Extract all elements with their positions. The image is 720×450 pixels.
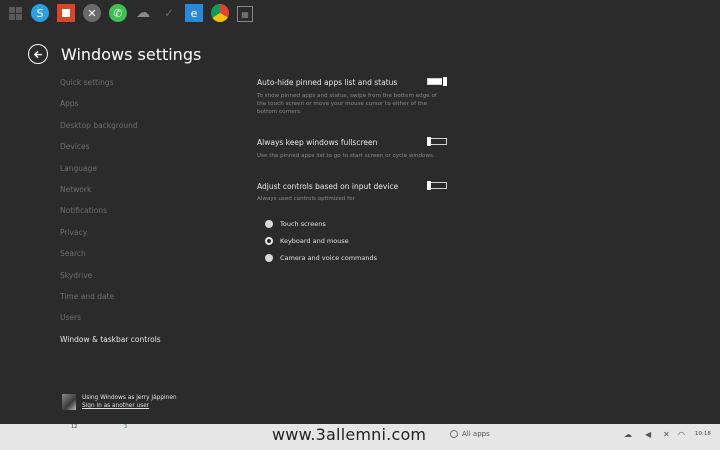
- windows-start-icon[interactable]: [6, 4, 24, 22]
- setting-title: Auto-hide pinned apps list and status: [257, 78, 398, 87]
- user-info: Using Windows as Jerry Jäppinen Sign in …: [62, 394, 177, 410]
- toggle-knob: [427, 137, 431, 146]
- radio-button[interactable]: [265, 236, 273, 245]
- sidebar-item-skydrive[interactable]: Skydrive: [60, 269, 240, 290]
- input-device-radio-group: Touch screens Keyboard and mouse Camera …: [265, 215, 447, 266]
- skype-icon[interactable]: S: [31, 4, 49, 22]
- sidebar-item-desktop-background[interactable]: Desktop background: [60, 119, 240, 140]
- setting-title: Adjust controls based on input device: [257, 182, 399, 191]
- toggle-knob: [442, 76, 448, 87]
- sidebar-item-privacy[interactable]: Privacy: [60, 226, 240, 247]
- setting-fullscreen: Always keep windows fullscreen Use the p…: [257, 137, 447, 160]
- adjust-controls-toggle[interactable]: [427, 181, 447, 190]
- setting-title: Always keep windows fullscreen: [257, 138, 378, 147]
- setting-description: Always used controls optimized for: [257, 196, 355, 202]
- sidebar-item-notifications[interactable]: Notifications: [60, 204, 240, 225]
- chrome-icon[interactable]: [211, 4, 229, 22]
- setting-description: Use the pinned apps list to go to start …: [257, 153, 435, 159]
- volume-icon[interactable]: ◀: [645, 430, 651, 439]
- sign-in-another-user-link[interactable]: Sign in as another user: [82, 402, 177, 410]
- radio-keyboard-mouse[interactable]: Keyboard and mouse: [265, 232, 447, 249]
- mute-icon[interactable]: ✕: [663, 430, 670, 439]
- xbox-icon[interactable]: ✕: [83, 4, 101, 22]
- header: Windows settings: [28, 44, 201, 64]
- all-apps-label: All apps: [462, 430, 490, 438]
- wifi-icon[interactable]: ◠: [678, 430, 685, 439]
- sidebar-item-search[interactable]: Search: [60, 247, 240, 268]
- sidebar-item-language[interactable]: Language: [60, 162, 240, 183]
- fullscreen-toggle[interactable]: [427, 137, 447, 146]
- sidebar-item-window-taskbar-controls[interactable]: Window & taskbar controls: [60, 333, 240, 354]
- calculator-icon[interactable]: ▦: [237, 6, 253, 22]
- radio-camera-voice[interactable]: Camera and voice commands: [265, 249, 447, 266]
- all-apps-button[interactable]: All apps: [450, 430, 490, 438]
- sidebar: Quick settings Apps Desktop background D…: [60, 76, 240, 354]
- check-icon[interactable]: ✓: [160, 4, 178, 22]
- clock: 10:18: [695, 431, 711, 437]
- setting-adjust-controls: Adjust controls based on input device Al…: [257, 181, 447, 266]
- user-status: Using Windows as Jerry Jäppinen: [82, 395, 177, 401]
- sidebar-item-users[interactable]: Users: [60, 311, 240, 332]
- mail-badge: 12: [71, 424, 78, 430]
- radio-label: Camera and voice commands: [280, 253, 377, 262]
- sidebar-item-devices[interactable]: Devices: [60, 140, 240, 161]
- radio-button[interactable]: [265, 253, 273, 262]
- all-apps-icon: [450, 430, 458, 438]
- sidebar-item-network[interactable]: Network: [60, 183, 240, 204]
- sidebar-item-apps[interactable]: Apps: [60, 97, 240, 118]
- avatar: [62, 394, 76, 410]
- back-arrow-icon: [33, 50, 42, 58]
- setting-autohide: Auto-hide pinned apps list and status To…: [257, 76, 448, 116]
- toggle-knob: [427, 181, 431, 190]
- sidebar-item-time-and-date[interactable]: Time and date: [60, 290, 240, 311]
- whatsapp-icon[interactable]: ✆: [109, 4, 127, 22]
- cloud-icon[interactable]: ☁: [134, 4, 152, 22]
- radio-touch-screens[interactable]: Touch screens: [265, 215, 447, 232]
- whatsapp-badge: 3: [124, 424, 128, 430]
- internet-explorer-icon[interactable]: e: [185, 4, 203, 22]
- radio-label: Keyboard and mouse: [280, 236, 349, 245]
- back-button[interactable]: [28, 44, 48, 64]
- radio-label: Touch screens: [280, 219, 326, 228]
- user-text: Using Windows as Jerry Jäppinen Sign in …: [82, 394, 177, 410]
- setting-description: To show pinned apps and status, swipe fr…: [257, 93, 437, 115]
- sidebar-item-quick-settings[interactable]: Quick settings: [60, 76, 240, 97]
- settings-panel: Auto-hide pinned apps list and status To…: [257, 76, 448, 266]
- radio-button[interactable]: [265, 219, 273, 228]
- cloud-sync-icon[interactable]: ☁: [624, 430, 632, 439]
- page-title: Windows settings: [61, 44, 202, 64]
- office-icon[interactable]: [57, 4, 75, 22]
- watermark-text: www.3allemni.com: [272, 425, 427, 444]
- autohide-toggle[interactable]: [427, 76, 448, 87]
